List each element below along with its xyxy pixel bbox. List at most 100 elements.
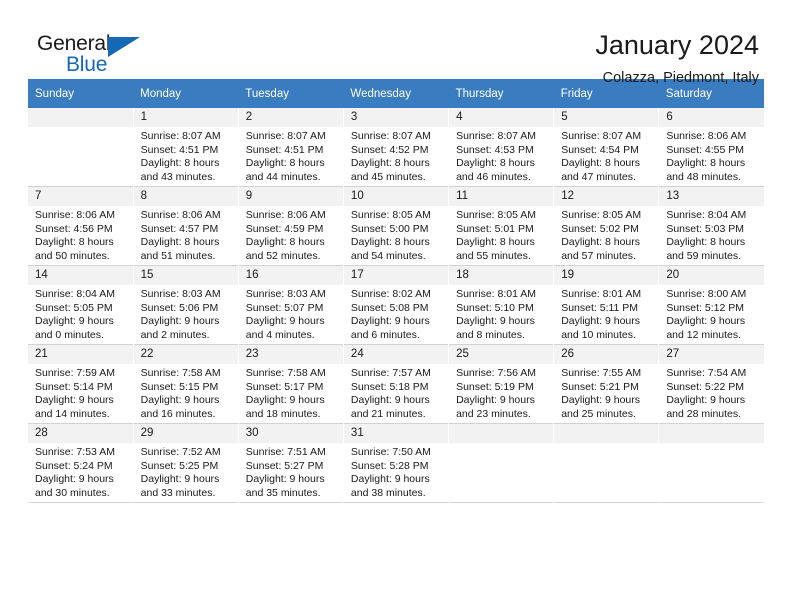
day-sunset-text: Sunset: 5:27 PM (245, 459, 324, 472)
day-daylight2-text: and 12 minutes. (666, 328, 742, 341)
day-number: 23 (238, 345, 343, 364)
day-number: 8 (133, 187, 238, 206)
day-daylight2-text: and 30 minutes. (35, 486, 110, 499)
day-sunrise-text: Sunrise: 7:51 AM (245, 446, 326, 458)
day-daylight2-text: and 18 minutes. (245, 407, 321, 420)
day-daylight1-text: Daylight: 9 hours (35, 473, 114, 486)
day-daylight1-text: Daylight: 8 hours (350, 157, 430, 170)
day-daylight2-text: and 59 minutes. (666, 249, 742, 262)
day-sun-info: Sunrise: 8:07 AM Sunset: 4:53 PM Daylight:… (449, 127, 553, 184)
day-sunrise-text: Sunrise: 8:05 AM (456, 209, 537, 221)
month-calendar: Sunday Monday Tuesday Wednesday Thursday… (28, 79, 764, 503)
calendar-day-cell[interactable]: 11 Sunrise: 8:05 AM Sunset: 5:01 PM Dayligh… (448, 186, 555, 266)
day-sunrise-text: Sunrise: 7:58 AM (140, 367, 221, 379)
day-number: 26 (554, 345, 659, 364)
calendar-day-cell[interactable]: 14 Sunrise: 8:04 AM Sunset: 5:05 PM Dayligh… (28, 265, 134, 345)
day-sunset-text: Sunset: 4:51 PM (245, 143, 324, 156)
day-sunset-text: Sunset: 4:53 PM (456, 143, 534, 156)
day-number: 17 (343, 266, 449, 285)
calendar-day-cell[interactable]: 30 Sunrise: 7:51 AM Sunset: 5:27 PM Dayligh… (238, 423, 344, 503)
calendar-day-cell[interactable]: 19 Sunrise: 8:01 AM Sunset: 5:11 PM Dayligh… (553, 265, 660, 345)
calendar-day-cell[interactable]: 10 Sunrise: 8:05 AM Sunset: 5:00 PM Dayligh… (343, 186, 450, 266)
calendar-day-cell[interactable]: 4 Sunrise: 8:07 AM Sunset: 4:53 PM Daylight… (448, 108, 555, 187)
day-number: 31 (343, 424, 449, 443)
day-sunset-text: Sunset: 5:08 PM (350, 301, 429, 314)
calendar-day-cell[interactable]: 22 Sunrise: 7:58 AM Sunset: 5:15 PM Dayligh… (133, 344, 239, 424)
day-sun-info: Sunrise: 8:06 AM Sunset: 4:59 PM Daylight:… (239, 206, 343, 263)
calendar-day-cell[interactable]: 20 Sunrise: 8:00 AM Sunset: 5:12 PM Dayligh… (658, 265, 764, 345)
day-daylight2-text: and 21 minutes. (350, 407, 426, 420)
general-blue-logo[interactable]: General Blue (37, 30, 157, 82)
calendar-page: General Blue January 2024 Colazza, Piedm… (0, 0, 792, 612)
calendar-day-cell[interactable]: 17 Sunrise: 8:02 AM Sunset: 5:08 PM Dayligh… (343, 265, 450, 345)
calendar-cell-empty (553, 423, 660, 503)
calendar-day-cell[interactable]: 16 Sunrise: 8:03 AM Sunset: 5:07 PM Dayligh… (238, 265, 344, 345)
day-daylight1-text: Daylight: 8 hours (456, 236, 535, 249)
day-daylight1-text: Daylight: 8 hours (666, 157, 746, 170)
day-daylight1-text: Daylight: 9 hours (666, 315, 746, 328)
calendar-day-cell[interactable]: 29 Sunrise: 7:52 AM Sunset: 5:25 PM Dayligh… (133, 423, 239, 503)
day-sunrise-text: Sunrise: 8:07 AM (140, 130, 221, 142)
day-sun-info: Sunrise: 8:04 AM Sunset: 5:03 PM Daylight:… (659, 206, 764, 263)
day-daylight1-text: Daylight: 9 hours (561, 394, 640, 407)
calendar-day-cell[interactable]: 28 Sunrise: 7:53 AM Sunset: 5:24 PM Dayligh… (28, 423, 134, 503)
day-sunrise-text: Sunrise: 7:50 AM (350, 446, 431, 458)
day-daylight2-text: and 44 minutes. (245, 170, 321, 183)
day-sunrise-text: Sunrise: 8:00 AM (666, 288, 747, 300)
day-daylight1-text: Daylight: 9 hours (245, 473, 325, 486)
day-sunrise-text: Sunrise: 8:07 AM (350, 130, 431, 142)
day-sunset-text: Sunset: 4:54 PM (561, 143, 639, 156)
calendar-day-cell[interactable]: 18 Sunrise: 8:01 AM Sunset: 5:10 PM Dayligh… (448, 265, 555, 345)
day-daylight1-text: Daylight: 8 hours (456, 157, 535, 170)
day-sunset-text: Sunset: 4:52 PM (350, 143, 429, 156)
day-number: 5 (554, 108, 659, 127)
calendar-day-cell[interactable]: 26 Sunrise: 7:55 AM Sunset: 5:21 PM Dayligh… (553, 344, 660, 424)
calendar-day-cell[interactable]: 12 Sunrise: 8:05 AM Sunset: 5:02 PM Dayligh… (553, 186, 660, 266)
calendar-day-cell[interactable]: 15 Sunrise: 8:03 AM Sunset: 5:06 PM Dayligh… (133, 265, 239, 345)
day-daylight1-text: Daylight: 9 hours (456, 315, 535, 328)
triangle-icon (108, 37, 140, 57)
day-sunset-text: Sunset: 5:06 PM (140, 301, 219, 314)
day-daylight2-text: and 6 minutes. (350, 328, 420, 341)
day-number: 1 (133, 108, 238, 127)
day-number (449, 424, 554, 443)
day-sunset-text: Sunset: 5:17 PM (245, 380, 324, 393)
day-daylight1-text: Daylight: 9 hours (245, 394, 325, 407)
calendar-day-cell[interactable]: 24 Sunrise: 7:57 AM Sunset: 5:18 PM Dayligh… (343, 344, 450, 424)
calendar-day-cell[interactable]: 2 Sunrise: 8:07 AM Sunset: 4:51 PM Daylight… (238, 108, 344, 187)
calendar-day-cell[interactable]: 5 Sunrise: 8:07 AM Sunset: 4:54 PM Daylight… (553, 108, 660, 187)
day-number (28, 108, 133, 127)
day-daylight1-text: Daylight: 8 hours (140, 157, 220, 170)
day-number: 9 (238, 187, 343, 206)
day-daylight1-text: Daylight: 8 hours (350, 236, 430, 249)
day-sunset-text: Sunset: 5:07 PM (245, 301, 324, 314)
day-daylight1-text: Daylight: 8 hours (140, 236, 220, 249)
day-daylight1-text: Daylight: 8 hours (245, 236, 325, 249)
day-daylight2-text: and 28 minutes. (666, 407, 742, 420)
calendar-day-cell[interactable]: 6 Sunrise: 8:06 AM Sunset: 4:55 PM Daylight… (658, 108, 764, 187)
calendar-day-cell[interactable]: 7 Sunrise: 8:06 AM Sunset: 4:56 PM Daylight… (28, 186, 134, 266)
day-sunset-text: Sunset: 5:12 PM (666, 301, 744, 314)
calendar-day-cell[interactable]: 8 Sunrise: 8:06 AM Sunset: 4:57 PM Daylight… (133, 186, 239, 266)
day-daylight2-text: and 52 minutes. (245, 249, 321, 262)
calendar-day-cell[interactable]: 25 Sunrise: 7:56 AM Sunset: 5:19 PM Dayligh… (448, 344, 555, 424)
calendar-day-cell[interactable]: 13 Sunrise: 8:04 AM Sunset: 5:03 PM Dayligh… (658, 186, 764, 266)
day-daylight1-text: Daylight: 9 hours (350, 473, 430, 486)
calendar-day-cell[interactable]: 31 Sunrise: 7:50 AM Sunset: 5:28 PM Dayligh… (343, 423, 450, 503)
calendar-day-cell[interactable]: 1 Sunrise: 8:07 AM Sunset: 4:51 PM Daylight… (133, 108, 239, 187)
calendar-day-cell[interactable]: 23 Sunrise: 7:58 AM Sunset: 5:17 PM Dayligh… (238, 344, 344, 424)
day-sun-info: Sunrise: 7:52 AM Sunset: 5:25 PM Daylight:… (134, 443, 238, 500)
calendar-day-cell[interactable]: 21 Sunrise: 7:59 AM Sunset: 5:14 PM Dayligh… (28, 344, 134, 424)
day-sun-info: Sunrise: 8:05 AM Sunset: 5:00 PM Daylight:… (344, 206, 448, 263)
day-sunset-text: Sunset: 5:18 PM (350, 380, 429, 393)
day-sunrise-text: Sunrise: 8:01 AM (561, 288, 642, 300)
calendar-day-cell[interactable]: 27 Sunrise: 7:54 AM Sunset: 5:22 PM Dayligh… (658, 344, 764, 424)
day-daylight2-text: and 33 minutes. (140, 486, 216, 499)
calendar-day-cell[interactable]: 3 Sunrise: 8:07 AM Sunset: 4:52 PM Daylight… (343, 108, 450, 187)
day-daylight2-text: and 0 minutes. (35, 328, 104, 341)
day-sun-info: Sunrise: 8:05 AM Sunset: 5:01 PM Daylight:… (449, 206, 553, 263)
day-sunrise-text: Sunrise: 7:52 AM (140, 446, 221, 458)
day-daylight2-text: and 50 minutes. (35, 249, 110, 262)
day-daylight2-text: and 25 minutes. (561, 407, 636, 420)
calendar-day-cell[interactable]: 9 Sunrise: 8:06 AM Sunset: 4:59 PM Daylight… (238, 186, 344, 266)
